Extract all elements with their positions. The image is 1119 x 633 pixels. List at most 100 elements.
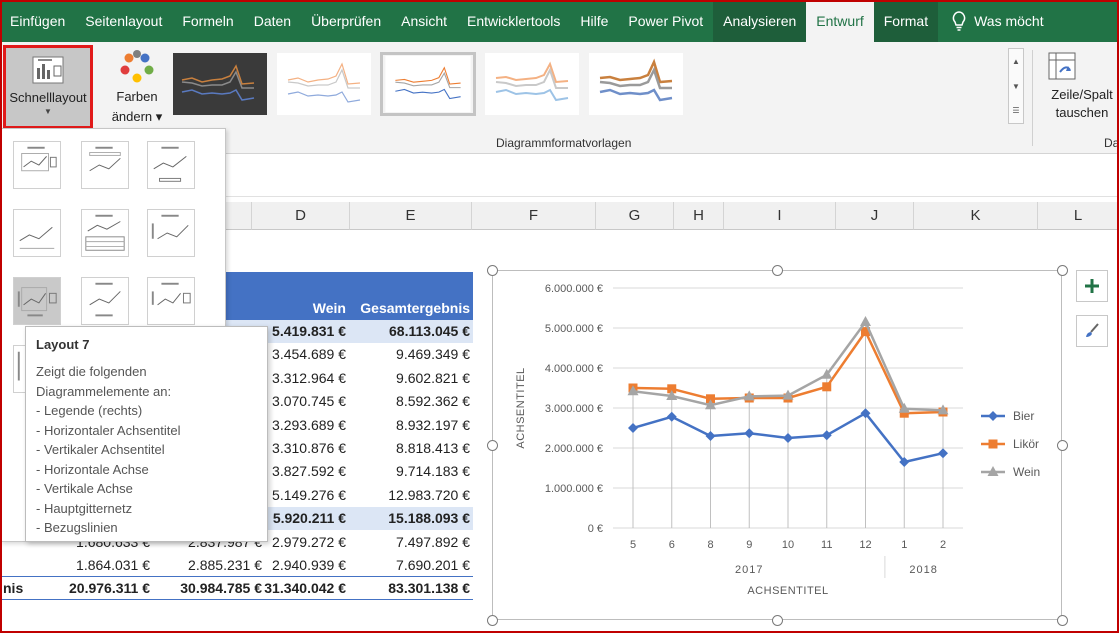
layout-2[interactable] [81, 141, 129, 189]
x-tick-label: 5 [630, 539, 636, 551]
layout-8[interactable] [81, 277, 129, 325]
x-group-label: 2018 [909, 564, 937, 576]
resize-handle-bc[interactable] [772, 615, 783, 626]
x-tick-label: 6 [669, 539, 675, 551]
x-tick-label: 9 [746, 539, 752, 551]
x-tick-label: 8 [707, 539, 713, 551]
tab-entwurf[interactable]: Entwurf [806, 0, 874, 42]
data-point-bier [666, 411, 677, 422]
schnelllayout-button[interactable]: Schnelllayout ▼ [3, 45, 93, 129]
data-point-likör [822, 382, 832, 392]
tooltip-line: - Hauptgitternetz [36, 500, 133, 516]
gallery-more-icon[interactable]: ☰ [1012, 98, 1019, 123]
cell-wein[interactable]: 2.940.939 € [252, 554, 346, 577]
total-label[interactable]: nis [3, 577, 33, 600]
tell-me-box[interactable]: Was möcht [938, 0, 1044, 42]
y-tick-label: 3.000.000 € [545, 403, 603, 415]
layout-1[interactable] [13, 141, 61, 189]
chart-area[interactable]: 0 € 1.000.000 € 2.000.000 € 3.000.000 € 4.00… [492, 270, 1062, 620]
cell-gesamt[interactable]: 7.497.892 € [350, 531, 470, 554]
group-label-daten-fragment: Da [1104, 136, 1119, 150]
cell-gesamt[interactable]: 9.602.821 € [350, 367, 470, 390]
column-header-e[interactable]: E [350, 202, 472, 230]
farben-aendern-button[interactable]: Farben ändern ▾ [104, 50, 170, 130]
gallery-down-icon[interactable]: ▼ [1012, 74, 1020, 99]
column-header-l[interactable]: L [1038, 202, 1119, 230]
tab-power-pivot[interactable]: Power Pivot [618, 0, 713, 42]
layout-9[interactable] [147, 277, 195, 325]
total-gesamt[interactable]: 83.301.138 € [350, 577, 470, 600]
header-gesamtergebnis[interactable]: Gesamtergebnis [350, 297, 470, 320]
column-header-c[interactable] [224, 202, 252, 230]
resize-handle-br[interactable] [1057, 615, 1068, 626]
tooltip-line: Diagrammelemente an: [36, 383, 172, 399]
column-header-d[interactable]: D [252, 202, 350, 230]
column-header-j[interactable]: J [836, 202, 914, 230]
layout-5[interactable] [81, 209, 129, 257]
cell-gesamt[interactable]: 9.469.349 € [350, 343, 470, 366]
total-likoer[interactable]: 30.984.785 € [152, 577, 262, 600]
cell-likoer[interactable]: 2.885.231 € [152, 554, 262, 577]
total-bier[interactable]: 20.976.311 € [40, 577, 150, 600]
layout-6[interactable] [147, 209, 195, 257]
gallery-up-icon[interactable]: ▲ [1012, 49, 1020, 74]
tab-analysieren[interactable]: Analysieren [713, 0, 807, 42]
chart-elements-button[interactable] [1076, 270, 1108, 302]
data-point-bier [744, 428, 755, 439]
column-header-i[interactable]: I [724, 202, 836, 230]
tab-einfuegen[interactable]: Einfügen [0, 0, 75, 42]
chart-style-1[interactable] [172, 52, 268, 116]
layout-3[interactable] [147, 141, 195, 189]
total-wein[interactable]: 31.340.042 € [252, 577, 346, 600]
tab-formeln[interactable]: Formeln [172, 0, 243, 42]
zeile-label-2: tauschen [1055, 105, 1109, 120]
gallery-scroll[interactable]: ▲ ▼ ☰ [1008, 48, 1024, 124]
column-header-f[interactable]: F [472, 202, 596, 230]
tell-me-text: Was möcht [974, 13, 1044, 29]
data-point-bier [705, 431, 716, 441]
column-header-h[interactable]: H [674, 202, 724, 230]
resize-handle-tl[interactable] [487, 265, 498, 276]
tab-seitenlayout[interactable]: Seitenlayout [75, 0, 172, 42]
tooltip-line: - Legende (rechts) [36, 403, 143, 418]
column-header-k[interactable]: K [914, 202, 1038, 230]
chart-style-4[interactable] [484, 52, 580, 116]
cell-gesamt[interactable]: 8.818.413 € [350, 437, 470, 460]
cell-gesamt[interactable]: 9.714.183 € [350, 460, 470, 483]
resize-handle-ml[interactable] [487, 440, 498, 451]
cell-gesamt[interactable]: 7.690.201 € [350, 554, 470, 577]
resize-handle-mr[interactable] [1057, 440, 1068, 451]
zeile-spalte-tauschen-button[interactable]: Zeile/Spalt tauschen [1042, 50, 1119, 122]
tab-hilfe[interactable]: Hilfe [570, 0, 618, 42]
chart-style-2[interactable] [276, 52, 372, 116]
chart-style-5[interactable] [588, 52, 684, 116]
cell-gesamt[interactable]: 68.113.045 € [350, 320, 470, 343]
chart-styles-button[interactable] [1076, 315, 1108, 347]
schnelllayout-label: Schnelllayout [9, 90, 87, 105]
cell-gesamt[interactable]: 15.188.093 € [350, 507, 470, 530]
header-wein[interactable]: Wein [252, 297, 346, 320]
tab-entwicklertools[interactable]: Entwicklertools [457, 0, 570, 42]
y-tick-label: 4.000.000 € [545, 363, 603, 375]
color-palette-icon [120, 50, 154, 83]
tab-format[interactable]: Format [873, 0, 939, 42]
resize-handle-bl[interactable] [487, 615, 498, 626]
cell-gesamt[interactable]: 8.592.362 € [350, 390, 470, 413]
resize-handle-tc[interactable] [772, 265, 783, 276]
tooltip-line: - Horizontale Achse [36, 461, 149, 477]
x-group-label: 2017 [735, 564, 763, 576]
cell-gesamt[interactable]: 8.932.197 € [350, 414, 470, 437]
resize-handle-tr[interactable] [1057, 265, 1068, 276]
layout-4[interactable] [13, 209, 61, 257]
cell-gesamt[interactable]: 12.983.720 € [350, 484, 470, 507]
tab-daten[interactable]: Daten [244, 0, 301, 42]
y-tick-label: 1.000.000 € [545, 483, 603, 495]
column-header-g[interactable]: G [596, 202, 674, 230]
tab-ueberpruefen[interactable]: Überprüfen [301, 0, 391, 42]
total-bottom-border [0, 599, 473, 600]
chart-style-3-selected[interactable] [380, 52, 476, 116]
layout-7[interactable] [13, 277, 61, 325]
cell-bier[interactable]: 1.864.031 € [40, 554, 150, 577]
tab-ansicht[interactable]: Ansicht [391, 0, 457, 42]
legend-label: Likör [1013, 437, 1039, 451]
